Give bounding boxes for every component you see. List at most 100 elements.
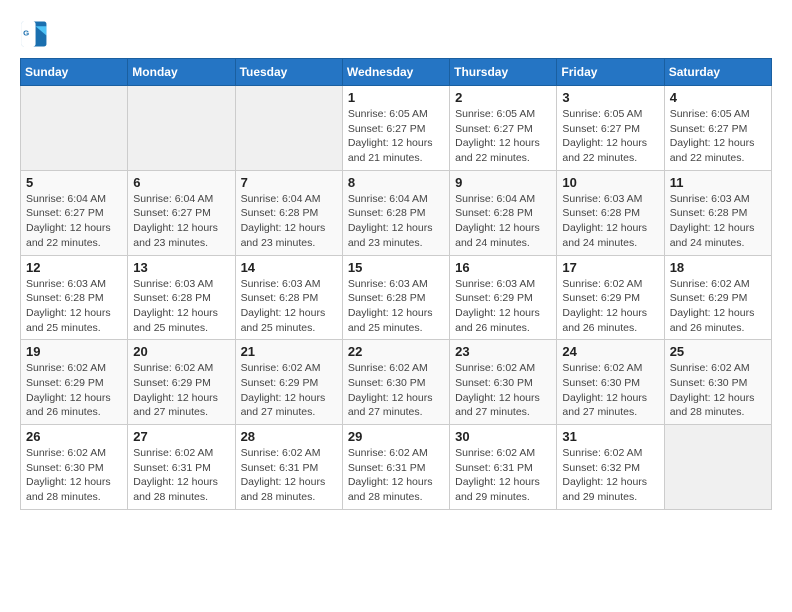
- day-number: 15: [348, 260, 444, 275]
- calendar-cell: 10 Sunrise: 6:03 AMSunset: 6:28 PMDayligh…: [557, 170, 664, 255]
- day-number: 29: [348, 429, 444, 444]
- day-info: Sunrise: 6:05 AMSunset: 6:27 PMDaylight:…: [562, 107, 658, 166]
- day-number: 23: [455, 344, 551, 359]
- day-number: 25: [670, 344, 766, 359]
- calendar-cell: 28 Sunrise: 6:02 AMSunset: 6:31 PMDayligh…: [235, 425, 342, 510]
- day-number: 18: [670, 260, 766, 275]
- day-info: Sunrise: 6:04 AMSunset: 6:27 PMDaylight:…: [133, 192, 229, 251]
- calendar-cell: 17 Sunrise: 6:02 AMSunset: 6:29 PMDayligh…: [557, 255, 664, 340]
- day-number: 8: [348, 175, 444, 190]
- day-number: 13: [133, 260, 229, 275]
- day-number: 30: [455, 429, 551, 444]
- day-info: Sunrise: 6:02 AMSunset: 6:30 PMDaylight:…: [670, 361, 766, 420]
- day-info: Sunrise: 6:03 AMSunset: 6:28 PMDaylight:…: [241, 277, 337, 336]
- calendar-cell: 19 Sunrise: 6:02 AMSunset: 6:29 PMDayligh…: [21, 340, 128, 425]
- day-info: Sunrise: 6:02 AMSunset: 6:29 PMDaylight:…: [562, 277, 658, 336]
- calendar-cell: 1Sunrise: 6:05 AMSunset: 6:27 PMDaylight…: [342, 86, 449, 171]
- day-info: Sunrise: 6:03 AMSunset: 6:28 PMDaylight:…: [670, 192, 766, 251]
- day-info: Sunrise: 6:02 AMSunset: 6:30 PMDaylight:…: [455, 361, 551, 420]
- calendar-cell: 24Sunrise: 6:02 AMSunset: 6:30 PMDayligh…: [557, 340, 664, 425]
- calendar-cell: 30 Sunrise: 6:02 AMSunset: 6:31 PMDayligh…: [450, 425, 557, 510]
- day-number: 9: [455, 175, 551, 190]
- calendar-header: SundayMondayTuesdayWednesdayThursdayFrid…: [21, 59, 772, 86]
- calendar-cell: 12 Sunrise: 6:03 AMSunset: 6:28 PMDayligh…: [21, 255, 128, 340]
- day-info: Sunrise: 6:02 AMSunset: 6:29 PMDaylight:…: [133, 361, 229, 420]
- logo-icon: G: [20, 20, 48, 48]
- calendar-cell: [21, 86, 128, 171]
- day-number: 26: [26, 429, 122, 444]
- calendar-cell: 31 Sunrise: 6:02 AMSunset: 6:32 PMDayligh…: [557, 425, 664, 510]
- calendar-cell: 13Sunrise: 6:03 AMSunset: 6:28 PMDayligh…: [128, 255, 235, 340]
- day-info: Sunrise: 6:02 AMSunset: 6:29 PMDaylight:…: [26, 361, 122, 420]
- calendar-cell: 21 Sunrise: 6:02 AMSunset: 6:29 PMDayligh…: [235, 340, 342, 425]
- calendar-body: 1Sunrise: 6:05 AMSunset: 6:27 PMDaylight…: [21, 86, 772, 510]
- day-info: Sunrise: 6:02 AMSunset: 6:30 PMDaylight:…: [348, 361, 444, 420]
- day-number: 2: [455, 90, 551, 105]
- day-number: 21: [241, 344, 337, 359]
- day-info: Sunrise: 6:02 AMSunset: 6:29 PMDaylight:…: [241, 361, 337, 420]
- day-number: 12: [26, 260, 122, 275]
- calendar-cell: 26 Sunrise: 6:02 AMSunset: 6:30 PMDayligh…: [21, 425, 128, 510]
- weekday-sunday: Sunday: [21, 59, 128, 86]
- weekday-thursday: Thursday: [450, 59, 557, 86]
- day-info: Sunrise: 6:02 AMSunset: 6:31 PMDaylight:…: [455, 446, 551, 505]
- calendar-week-row: 5Sunrise: 6:04 AMSunset: 6:27 PMDaylight…: [21, 170, 772, 255]
- weekday-saturday: Saturday: [664, 59, 771, 86]
- calendar-cell: 2 Sunrise: 6:05 AMSunset: 6:27 PMDaylight…: [450, 86, 557, 171]
- day-number: 19: [26, 344, 122, 359]
- calendar-cell: 22 Sunrise: 6:02 AMSunset: 6:30 PMDayligh…: [342, 340, 449, 425]
- calendar-cell: 16 Sunrise: 6:03 AMSunset: 6:29 PMDayligh…: [450, 255, 557, 340]
- day-number: 27: [133, 429, 229, 444]
- day-info: Sunrise: 6:04 AMSunset: 6:28 PMDaylight:…: [348, 192, 444, 251]
- day-info: Sunrise: 6:02 AMSunset: 6:30 PMDaylight:…: [26, 446, 122, 505]
- calendar-cell: 7Sunrise: 6:04 AMSunset: 6:28 PMDaylight…: [235, 170, 342, 255]
- day-number: 31: [562, 429, 658, 444]
- calendar-week-row: 12 Sunrise: 6:03 AMSunset: 6:28 PMDayligh…: [21, 255, 772, 340]
- svg-text:G: G: [23, 29, 29, 38]
- calendar-cell: 15 Sunrise: 6:03 AMSunset: 6:28 PMDayligh…: [342, 255, 449, 340]
- calendar-week-row: 1Sunrise: 6:05 AMSunset: 6:27 PMDaylight…: [21, 86, 772, 171]
- calendar-cell: 9 Sunrise: 6:04 AMSunset: 6:28 PMDaylight…: [450, 170, 557, 255]
- day-info: Sunrise: 6:02 AMSunset: 6:32 PMDaylight:…: [562, 446, 658, 505]
- day-number: 4: [670, 90, 766, 105]
- day-info: Sunrise: 6:03 AMSunset: 6:29 PMDaylight:…: [455, 277, 551, 336]
- calendar-cell: 14Sunrise: 6:03 AMSunset: 6:28 PMDayligh…: [235, 255, 342, 340]
- calendar-cell: 5Sunrise: 6:04 AMSunset: 6:27 PMDaylight…: [21, 170, 128, 255]
- calendar-week-row: 26 Sunrise: 6:02 AMSunset: 6:30 PMDayligh…: [21, 425, 772, 510]
- day-info: Sunrise: 6:02 AMSunset: 6:29 PMDaylight:…: [670, 277, 766, 336]
- day-info: Sunrise: 6:03 AMSunset: 6:28 PMDaylight:…: [348, 277, 444, 336]
- day-info: Sunrise: 6:03 AMSunset: 6:28 PMDaylight:…: [26, 277, 122, 336]
- day-info: Sunrise: 6:02 AMSunset: 6:31 PMDaylight:…: [241, 446, 337, 505]
- day-info: Sunrise: 6:02 AMSunset: 6:31 PMDaylight:…: [133, 446, 229, 505]
- calendar-cell: [664, 425, 771, 510]
- calendar-cell: 4Sunrise: 6:05 AMSunset: 6:27 PMDaylight…: [664, 86, 771, 171]
- day-number: 10: [562, 175, 658, 190]
- day-number: 28: [241, 429, 337, 444]
- calendar-table: SundayMondayTuesdayWednesdayThursdayFrid…: [20, 58, 772, 510]
- day-info: Sunrise: 6:05 AMSunset: 6:27 PMDaylight:…: [455, 107, 551, 166]
- calendar-cell: 29 Sunrise: 6:02 AMSunset: 6:31 PMDayligh…: [342, 425, 449, 510]
- calendar-cell: [128, 86, 235, 171]
- weekday-header-row: SundayMondayTuesdayWednesdayThursdayFrid…: [21, 59, 772, 86]
- day-number: 11: [670, 175, 766, 190]
- day-number: 6: [133, 175, 229, 190]
- day-number: 16: [455, 260, 551, 275]
- calendar-cell: 23 Sunrise: 6:02 AMSunset: 6:30 PMDayligh…: [450, 340, 557, 425]
- day-number: 17: [562, 260, 658, 275]
- calendar-cell: 8 Sunrise: 6:04 AMSunset: 6:28 PMDaylight…: [342, 170, 449, 255]
- day-number: 7: [241, 175, 337, 190]
- calendar-cell: 20 Sunrise: 6:02 AMSunset: 6:29 PMDayligh…: [128, 340, 235, 425]
- day-number: 24: [562, 344, 658, 359]
- weekday-tuesday: Tuesday: [235, 59, 342, 86]
- day-info: Sunrise: 6:03 AMSunset: 6:28 PMDaylight:…: [562, 192, 658, 251]
- day-number: 22: [348, 344, 444, 359]
- calendar-cell: 11 Sunrise: 6:03 AMSunset: 6:28 PMDayligh…: [664, 170, 771, 255]
- day-info: Sunrise: 6:02 AMSunset: 6:31 PMDaylight:…: [348, 446, 444, 505]
- calendar-cell: 18 Sunrise: 6:02 AMSunset: 6:29 PMDayligh…: [664, 255, 771, 340]
- logo: G: [20, 20, 52, 48]
- calendar-cell: 27 Sunrise: 6:02 AMSunset: 6:31 PMDayligh…: [128, 425, 235, 510]
- calendar-cell: 3Sunrise: 6:05 AMSunset: 6:27 PMDaylight…: [557, 86, 664, 171]
- day-info: Sunrise: 6:04 AMSunset: 6:28 PMDaylight:…: [455, 192, 551, 251]
- weekday-wednesday: Wednesday: [342, 59, 449, 86]
- day-number: 20: [133, 344, 229, 359]
